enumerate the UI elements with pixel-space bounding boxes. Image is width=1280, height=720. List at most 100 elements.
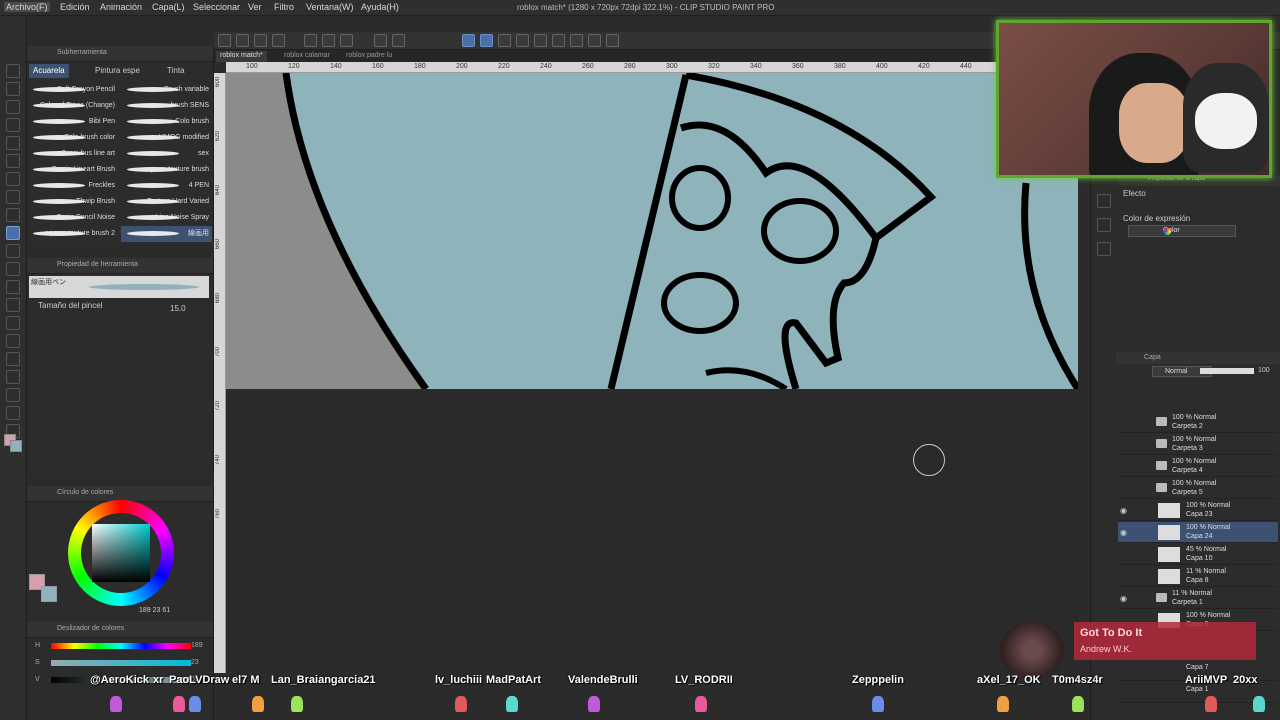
menu-layer[interactable]: Capa(L) xyxy=(152,2,185,12)
brush-item[interactable]: Freckles xyxy=(27,178,118,194)
layer-folder-row[interactable]: ◉ 11 % Normal Carpeta 1 xyxy=(1118,588,1278,609)
zoom-icon[interactable] xyxy=(606,34,619,47)
eyedropper-icon[interactable] xyxy=(6,172,20,186)
operation-tool-icon[interactable] xyxy=(6,100,20,114)
pen-tool-icon[interactable] xyxy=(6,190,20,204)
menu-animation[interactable]: Animación xyxy=(100,2,142,12)
layer-folder-row[interactable]: 100 % Normal Carpeta 3 xyxy=(1118,434,1278,455)
brush-item[interactable]: sex xyxy=(121,146,212,162)
tab-pintura[interactable]: Pintura espe xyxy=(91,64,144,78)
snap-special-ruler-icon[interactable] xyxy=(480,34,493,47)
eye-icon[interactable]: ◉ xyxy=(1120,506,1127,515)
layer-folder-row[interactable]: 100 % Normal Carpeta 4 xyxy=(1118,456,1278,477)
decoration-icon[interactable] xyxy=(6,262,20,276)
fit-icon[interactable] xyxy=(588,34,601,47)
layer-folder-row[interactable]: 100 % Normal Carpeta 2 xyxy=(1118,412,1278,433)
flip-icon[interactable] xyxy=(552,34,565,47)
sub-color-swatch[interactable] xyxy=(10,440,22,452)
layer-move-icon[interactable] xyxy=(6,118,20,132)
brush-item[interactable]: Soft Crayon Pencil xyxy=(27,82,118,98)
layer-row[interactable]: 11 % Normal Capa 8 xyxy=(1118,566,1278,587)
opacity-slider[interactable] xyxy=(1200,368,1254,374)
transform-icon[interactable] xyxy=(374,34,387,47)
snap-grid-icon[interactable] xyxy=(498,34,511,47)
brush-item[interactable]: Colored Trees (Change) xyxy=(27,98,118,114)
artwork[interactable] xyxy=(226,71,1081,392)
brush-item[interactable]: square texture brush xyxy=(121,162,212,178)
new-file-icon[interactable] xyxy=(218,34,231,47)
eye-icon[interactable]: ◉ xyxy=(1120,594,1127,603)
airbrush-icon[interactable] xyxy=(6,244,20,258)
layer-property-icon[interactable] xyxy=(1097,218,1111,232)
figure-icon[interactable] xyxy=(6,352,20,366)
clear-icon[interactable] xyxy=(340,34,353,47)
brush-item[interactable]: Bibi Pen xyxy=(27,114,118,130)
brush-item[interactable]: Texture Hard Varied xyxy=(121,194,212,210)
hue-ring[interactable] xyxy=(68,500,174,606)
tab-roblox-calamar[interactable]: roblox calamar xyxy=(280,51,334,62)
save-as-icon[interactable] xyxy=(272,34,285,47)
canvas-area[interactable] xyxy=(226,71,1081,673)
brush-item[interactable]: Colo brush color xyxy=(27,130,118,146)
navigator-icon[interactable] xyxy=(1097,194,1111,208)
eye-icon[interactable]: ◉ xyxy=(1120,528,1127,537)
blend-icon[interactable] xyxy=(6,298,20,312)
undo-icon[interactable] xyxy=(304,34,317,47)
brush-item[interactable]: Copic Pencil Noise xyxy=(27,210,118,226)
history-icon[interactable] xyxy=(1097,242,1111,256)
menu-select[interactable]: Seleccionar xyxy=(193,2,240,12)
brush-item[interactable]: Succubus line art xyxy=(27,146,118,162)
save-icon[interactable] xyxy=(254,34,267,47)
deselect-icon[interactable] xyxy=(392,34,405,47)
tab-acuarela[interactable]: Acuarela xyxy=(29,64,69,78)
layer-row[interactable]: ◉ 100 % Normal Capa 23 xyxy=(1118,500,1278,521)
layer-row[interactable]: ◉ 100 % Normal Capa 24 xyxy=(1118,522,1278,543)
brush-item[interactable]: Line Noise Spray xyxy=(121,210,212,226)
selection-tool-icon[interactable] xyxy=(6,136,20,150)
menu-edit[interactable]: Edición xyxy=(60,2,90,12)
brush-item[interactable]: Comic Lineart Brush xyxy=(27,162,118,178)
brush-item[interactable]: 4 PEN xyxy=(121,178,212,194)
menu-file[interactable]: Archivo(F) xyxy=(4,2,50,12)
redo-icon[interactable] xyxy=(322,34,335,47)
saturation-value-square[interactable] xyxy=(92,524,150,582)
brush-item[interactable]: brush SENS xyxy=(121,98,212,114)
gradient-icon[interactable] xyxy=(6,334,20,348)
layer-folder-row[interactable]: 100 % Normal Carpeta 5 xyxy=(1118,478,1278,499)
brush-item[interactable]: HMOG modified xyxy=(121,130,212,146)
sub-color-chip[interactable] xyxy=(41,586,57,602)
snap-ruler-icon[interactable] xyxy=(462,34,475,47)
expression-color-select[interactable]: Color xyxy=(1128,225,1236,237)
brush-item[interactable]: 線画用 xyxy=(121,226,212,242)
tab-roblox-padre[interactable]: roblox padre lu xyxy=(342,51,396,62)
menu-help[interactable]: Ayuda(H) xyxy=(361,2,399,12)
open-icon[interactable] xyxy=(236,34,249,47)
saturation-slider[interactable]: S 23 xyxy=(35,659,199,667)
brush-tool-icon[interactable] xyxy=(6,226,20,240)
brush-item[interactable]: Colo brush xyxy=(121,114,212,130)
brush-size-value[interactable]: 15.0 xyxy=(170,304,186,313)
brush-item[interactable]: Thwip Brush xyxy=(27,194,118,210)
crop-icon[interactable] xyxy=(534,34,547,47)
fill-icon[interactable] xyxy=(6,316,20,330)
pencil-tool-icon[interactable] xyxy=(6,208,20,222)
zoom-tool-icon[interactable] xyxy=(6,64,20,78)
rotate-icon[interactable] xyxy=(570,34,583,47)
menu-window[interactable]: Ventana(W) xyxy=(306,2,354,12)
brush-item[interactable]: Brush variable xyxy=(121,82,212,98)
tab-tinta[interactable]: Tinta xyxy=(163,64,189,78)
tab-roblox-match[interactable]: roblox match* xyxy=(216,51,267,62)
ruler-tool-icon[interactable] xyxy=(6,388,20,402)
hue-slider[interactable]: H 189 xyxy=(35,642,203,650)
auto-select-icon[interactable] xyxy=(6,154,20,168)
frame-icon[interactable] xyxy=(6,370,20,384)
menu-filter[interactable]: Filtro xyxy=(274,2,294,12)
layer-row[interactable]: 45 % Normal Capa 10 xyxy=(1118,544,1278,565)
ruler-icon[interactable] xyxy=(516,34,529,47)
brush-item[interactable]: square texture brush 2 xyxy=(27,226,118,242)
eraser-icon[interactable] xyxy=(6,280,20,294)
opacity-value[interactable]: 100 xyxy=(1258,367,1270,374)
move-tool-icon[interactable] xyxy=(6,82,20,96)
menu-view[interactable]: Ver xyxy=(248,2,262,12)
text-tool-icon[interactable] xyxy=(6,406,20,420)
